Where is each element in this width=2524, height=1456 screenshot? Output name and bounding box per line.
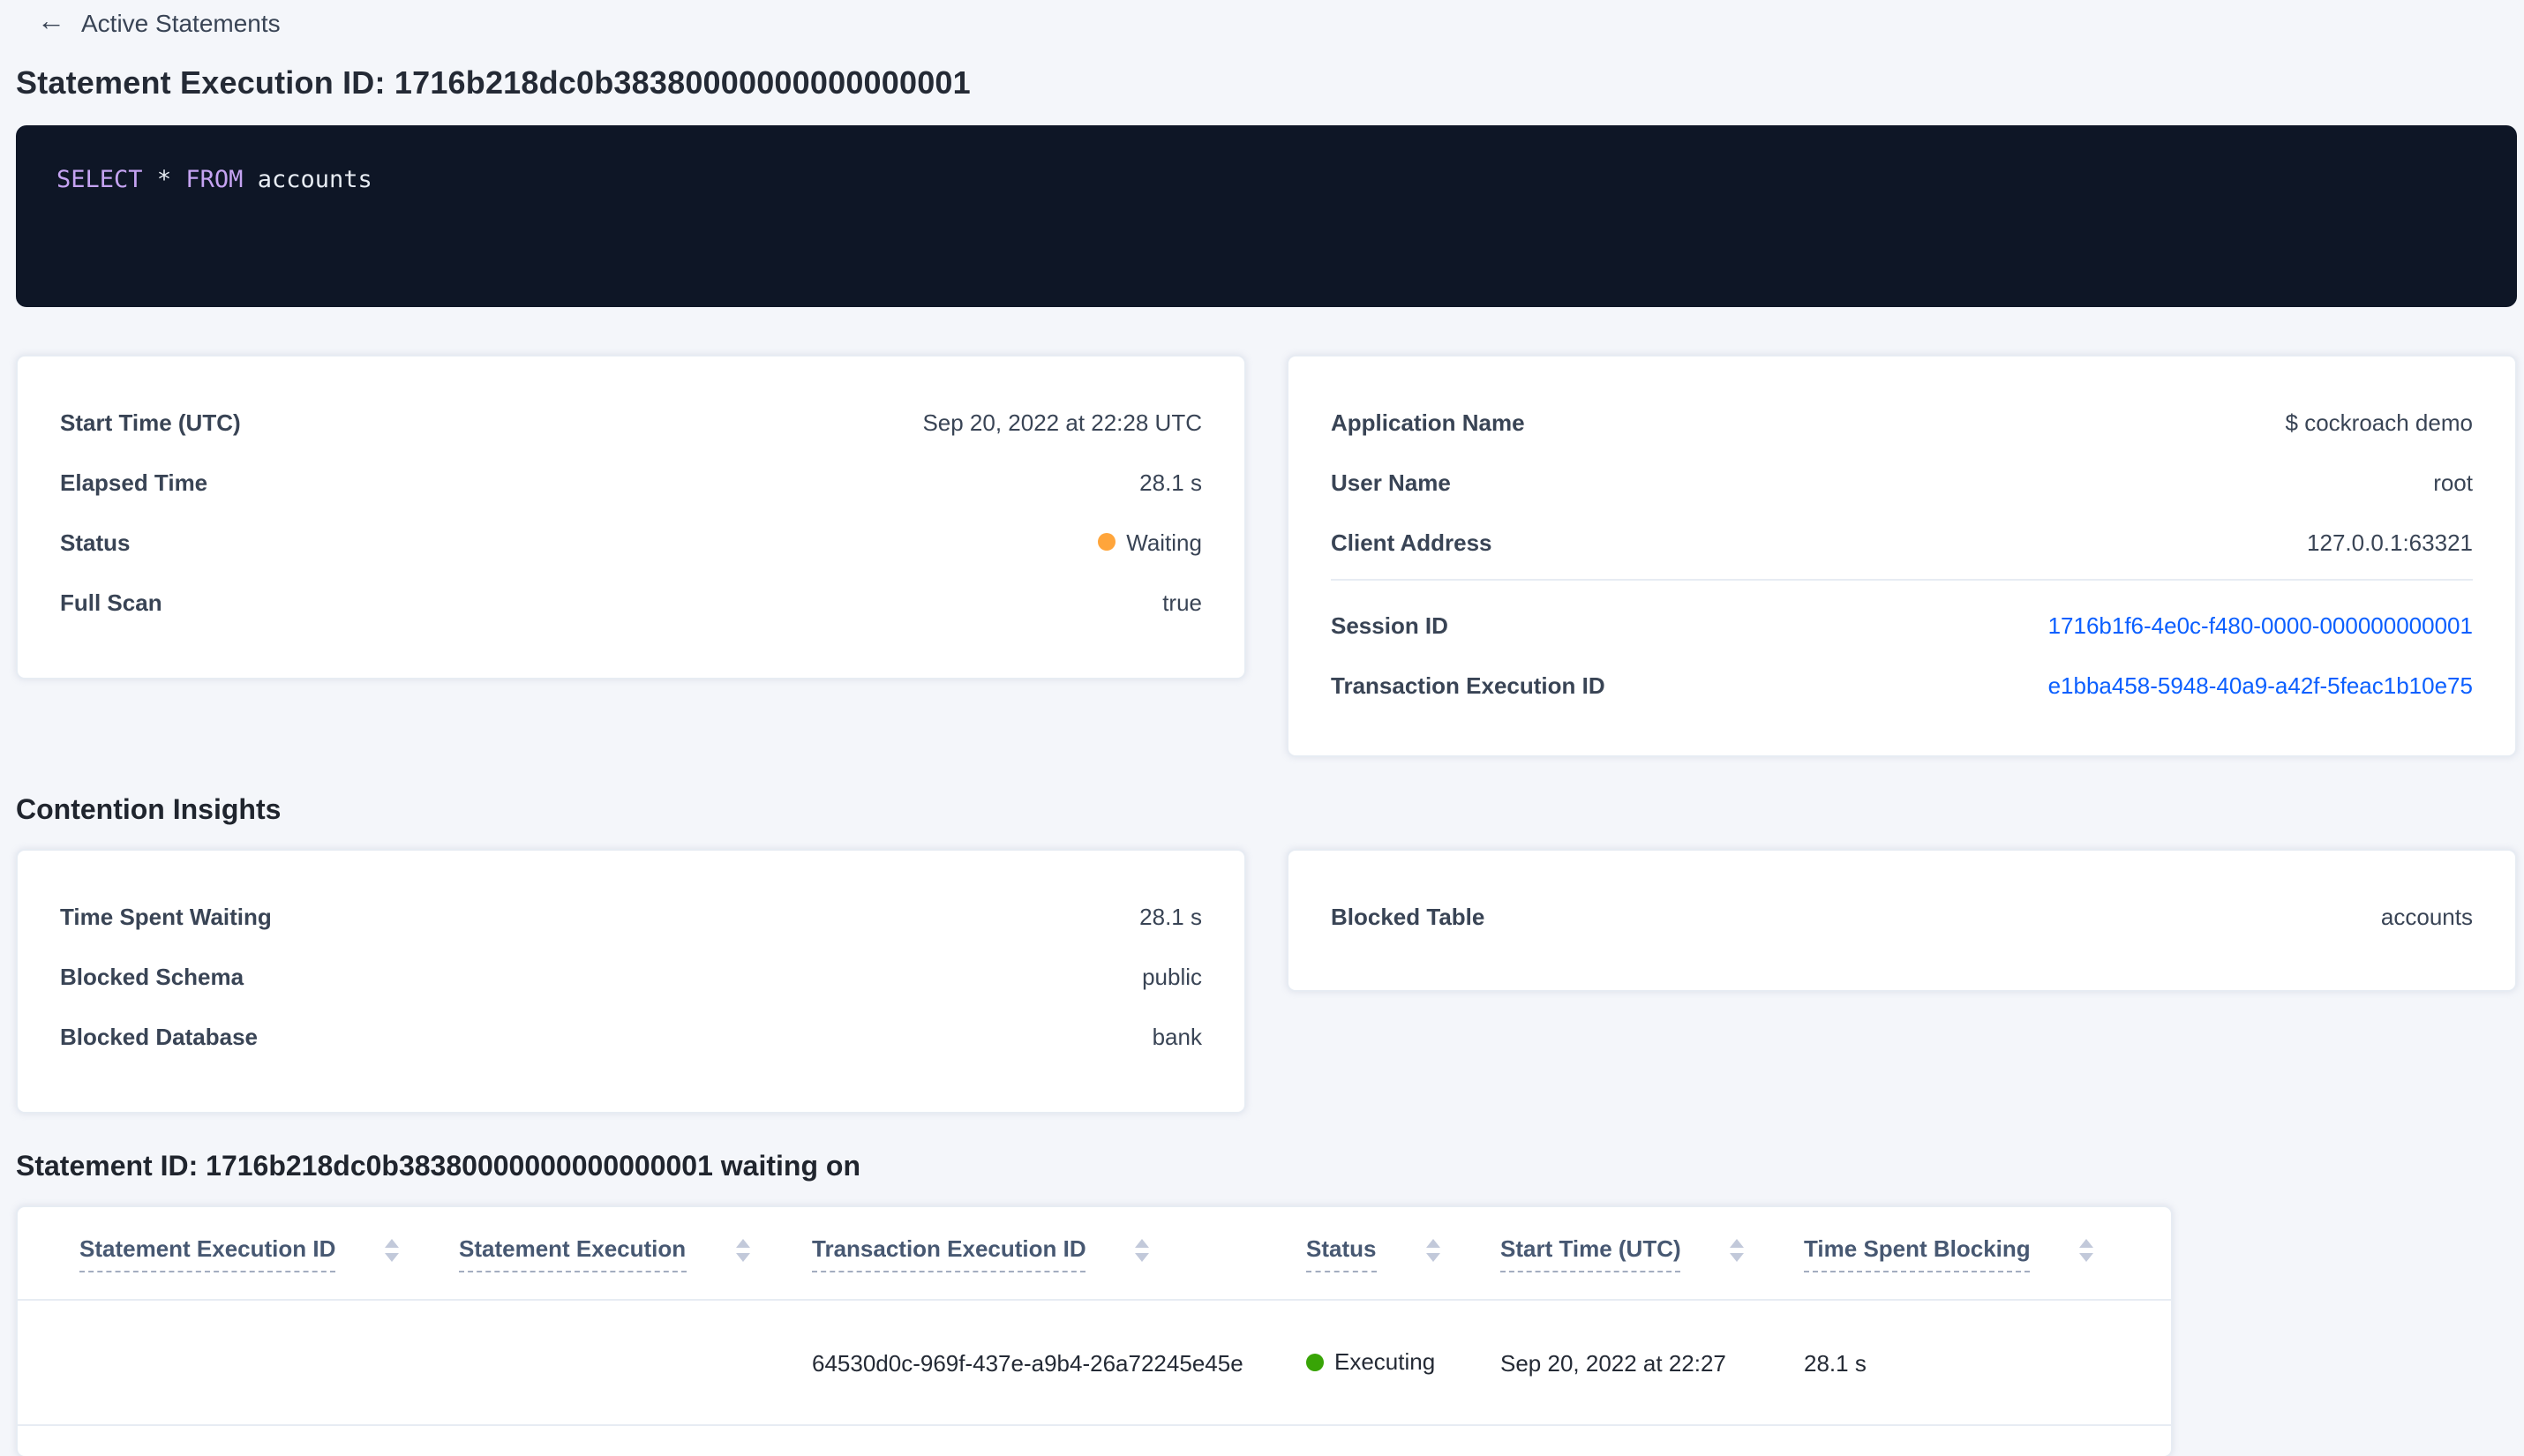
row-session-id: Session ID 1716b1f6-4e0c-f480-0000-00000… <box>1288 595 2515 655</box>
sql-statement-text: SELECT * FROM accounts <box>56 164 2517 196</box>
full-scan-value: true <box>1162 589 1202 615</box>
row-start-time: Start Time (UTC) Sep 20, 2022 at 22:28 U… <box>18 392 1244 452</box>
full-scan-label: Full Scan <box>60 589 162 615</box>
column-header-time-spent-blocking[interactable]: Time Spent Blocking <box>1804 1235 2122 1272</box>
session-id-link[interactable]: 1716b1f6-4e0c-f480-0000-000000000001 <box>2048 612 2473 638</box>
sort-icon[interactable] <box>385 1238 400 1268</box>
row-time-spent-waiting: Time Spent Waiting 28.1 s <box>18 886 1244 946</box>
page-title: Statement Execution ID: 1716b218dc0b3838… <box>16 65 971 101</box>
column-header-statement-execution[interactable]: Statement Execution <box>459 1235 812 1272</box>
column-header-statement-execution-id[interactable]: Statement Execution ID <box>79 1235 459 1272</box>
elapsed-time-value: 28.1 s <box>1139 469 1202 495</box>
session-id-label: Session ID <box>1331 612 1448 638</box>
row-full-scan: Full Scan true <box>18 572 1244 632</box>
column-header-status[interactable]: Status <box>1306 1235 1500 1272</box>
card-divider <box>1331 579 2473 581</box>
transaction-execution-id-link[interactable]: e1bba458-5948-40a9-a42f-5feac1b10e75 <box>2048 672 2473 698</box>
row-client-address: Client Address 127.0.0.1:63321 <box>1288 512 2515 572</box>
contention-details-card: Time Spent Waiting 28.1 s Blocked Schema… <box>16 849 1246 1114</box>
sql-statement-box: SELECT * FROM accounts <box>16 125 2517 307</box>
application-name-label: Application Name <box>1331 409 1525 435</box>
user-name-value: root <box>2433 469 2473 495</box>
column-header-label[interactable]: Statement Execution <box>459 1235 687 1272</box>
column-header-transaction-execution-id[interactable]: Transaction Execution ID <box>812 1235 1306 1272</box>
row-status: Status Waiting <box>18 512 1244 572</box>
blocked-schema-value: public <box>1142 963 1202 989</box>
elapsed-time-label: Elapsed Time <box>60 469 208 495</box>
status-value: Waiting <box>1126 529 1202 555</box>
cell-transaction-execution-id: 64530d0c-969f-437e-a9b4-26a72245e45e <box>812 1349 1243 1376</box>
row-transaction-execution-id: Transaction Execution ID e1bba458-5948-4… <box>1288 655 2515 715</box>
sql-table-name: accounts <box>257 166 372 194</box>
status-badge: Waiting <box>1098 529 1202 555</box>
sort-icon[interactable] <box>1730 1238 1745 1268</box>
waiting-on-heading: Statement ID: 1716b218dc0b38380000000000… <box>16 1152 860 1182</box>
sort-icon[interactable] <box>1425 1238 1440 1268</box>
executing-status-dot-icon <box>1306 1353 1324 1371</box>
client-address-label: Client Address <box>1331 529 1492 555</box>
waiting-status-dot-icon <box>1098 533 1116 551</box>
column-header-label[interactable]: Time Spent Blocking <box>1804 1235 2031 1272</box>
blocked-table-label: Blocked Table <box>1331 903 1485 929</box>
row-application-name: Application Name $ cockroach demo <box>1288 392 2515 452</box>
column-header-label[interactable]: Start Time (UTC) <box>1500 1235 1681 1272</box>
contention-insights-heading: Contention Insights <box>16 796 282 826</box>
sort-icon[interactable] <box>2079 1238 2094 1268</box>
column-header-start-time[interactable]: Start Time (UTC) <box>1500 1235 1804 1272</box>
row-blocked-schema: Blocked Schema public <box>18 946 1244 1006</box>
row-blocked-table: Blocked Table accounts <box>1288 886 2515 946</box>
sql-keyword-from: FROM <box>185 166 244 194</box>
column-header-label[interactable]: Transaction Execution ID <box>812 1235 1086 1272</box>
column-header-label[interactable]: Statement Execution ID <box>79 1235 336 1272</box>
back-arrow-icon: ← <box>37 7 65 37</box>
status-label: Status <box>60 529 131 555</box>
user-name-label: User Name <box>1331 469 1451 495</box>
sort-icon[interactable] <box>735 1238 750 1268</box>
blocked-table-value: accounts <box>2380 903 2473 929</box>
blocked-database-label: Blocked Database <box>60 1023 258 1049</box>
start-time-label: Start Time (UTC) <box>60 409 241 435</box>
sql-keyword-select: SELECT <box>56 166 143 194</box>
cell-status-value: Executing <box>1334 1348 1436 1376</box>
table-row: 64530d0c-969f-437e-a9b4-26a72245e45e Exe… <box>18 1301 2171 1426</box>
blocked-database-value: bank <box>1152 1023 1202 1049</box>
waiting-statements-table: Statement Execution ID Statement Executi… <box>16 1205 2173 1456</box>
breadcrumb-back-active-statements[interactable]: ← Active Statements <box>37 7 281 39</box>
start-time-value: Sep 20, 2022 at 22:28 UTC <box>922 409 1202 435</box>
active-statement-details-page: ← Active Statements Statement Execution … <box>0 0 2524 1456</box>
sort-icon[interactable] <box>1135 1238 1150 1268</box>
transaction-execution-id-label: Transaction Execution ID <box>1331 672 1605 698</box>
time-spent-waiting-value: 28.1 s <box>1139 903 1202 929</box>
blocked-table-card: Blocked Table accounts <box>1287 849 2517 992</box>
table-footer-space <box>18 1426 2171 1456</box>
column-header-label[interactable]: Status <box>1306 1235 1377 1272</box>
cell-start-time: Sep 20, 2022 at 22:27 <box>1500 1349 1726 1376</box>
client-address-value: 127.0.0.1:63321 <box>2307 529 2473 555</box>
row-elapsed-time: Elapsed Time 28.1 s <box>18 452 1244 512</box>
time-spent-waiting-label: Time Spent Waiting <box>60 903 272 929</box>
cell-status: Executing <box>1306 1349 1500 1377</box>
statement-overview-card: Start Time (UTC) Sep 20, 2022 at 22:28 U… <box>16 355 1246 679</box>
session-details-card: Application Name $ cockroach demo User N… <box>1287 355 2517 757</box>
application-name-value: $ cockroach demo <box>2285 409 2473 435</box>
row-user-name: User Name root <box>1288 452 2515 512</box>
row-blocked-database: Blocked Database bank <box>18 1006 1244 1066</box>
cell-time-spent-blocking: 28.1 s <box>1804 1349 1867 1376</box>
breadcrumb-label: Active Statements <box>81 9 281 37</box>
sql-star: * <box>156 166 172 194</box>
table-header-row: Statement Execution ID Statement Executi… <box>18 1207 2171 1301</box>
blocked-schema-label: Blocked Schema <box>60 963 244 989</box>
